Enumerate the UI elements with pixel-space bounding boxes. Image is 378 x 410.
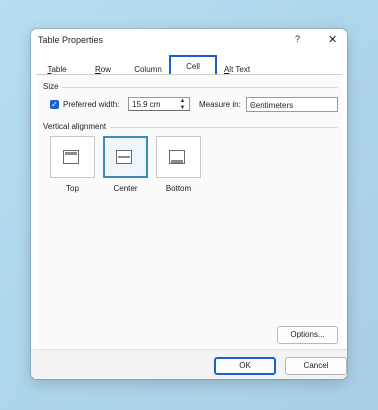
align-center-icon bbox=[116, 150, 132, 164]
cancel-button[interactable]: Cancel bbox=[285, 357, 347, 375]
close-icon[interactable]: ✕ bbox=[328, 33, 337, 46]
preferred-width-value: 15.9 cm bbox=[132, 100, 161, 109]
title-bar: Table Properties ? ✕ bbox=[31, 29, 347, 51]
tab-cell-label: Cell bbox=[186, 62, 200, 71]
measure-in-select[interactable]: Centimeters ⌄ bbox=[246, 97, 338, 112]
align-bottom-icon bbox=[169, 150, 185, 164]
align-top-label: Top bbox=[66, 184, 79, 193]
tab-cell[interactable]: Cell bbox=[169, 55, 217, 74]
tab-alt-text-label: lt Text bbox=[229, 65, 251, 74]
tab-row-label: ow bbox=[100, 65, 111, 74]
align-bottom-button[interactable] bbox=[156, 136, 201, 178]
vertical-alignment-section-label: Vertical alignment bbox=[43, 122, 107, 131]
options-button[interactable]: Options... bbox=[277, 326, 338, 344]
align-top-icon bbox=[63, 150, 79, 164]
vertical-alignment-divider bbox=[110, 127, 338, 128]
help-icon[interactable]: ? bbox=[295, 34, 300, 44]
preferred-width-label: Preferred width: bbox=[63, 100, 120, 109]
align-bottom-label: Bottom bbox=[165, 184, 192, 193]
size-section-divider bbox=[62, 87, 338, 88]
align-top-button[interactable] bbox=[50, 136, 95, 178]
ok-button[interactable]: OK bbox=[214, 357, 276, 375]
preferred-width-checkbox[interactable]: ✓ bbox=[50, 100, 59, 109]
cell-tab-panel bbox=[37, 75, 341, 345]
tab-table-label: able bbox=[51, 65, 67, 74]
tab-column-label: Column bbox=[134, 65, 162, 74]
measure-in-label: Measure in: bbox=[199, 100, 241, 109]
dialog-title: Table Properties bbox=[38, 35, 104, 45]
align-center-label: Center bbox=[113, 184, 138, 193]
spin-up-icon[interactable]: ▲ bbox=[176, 98, 189, 104]
chevron-down-icon: ⌄ bbox=[250, 99, 257, 108]
spin-down-icon[interactable]: ▼ bbox=[176, 105, 189, 111]
align-center-button[interactable] bbox=[103, 136, 148, 178]
size-section-label: Size bbox=[43, 82, 59, 91]
